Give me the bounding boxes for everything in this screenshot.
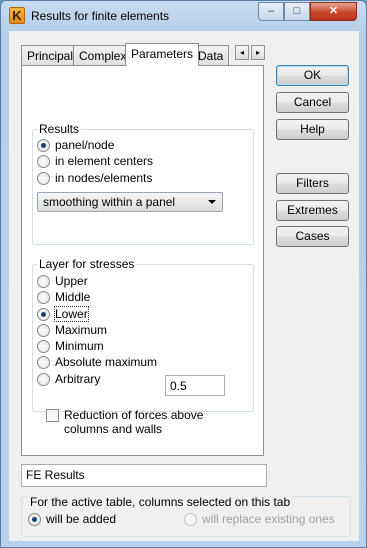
radio-label: Absolute maximum — [55, 355, 158, 369]
radio-label: Lower — [54, 306, 89, 322]
layer-option-absolute-maximum[interactable]: Absolute maximum — [37, 355, 157, 369]
results-group-label: Results — [37, 122, 82, 136]
radio-button[interactable] — [37, 172, 50, 185]
results-option-element-centers[interactable]: in element centers — [37, 154, 153, 168]
minimize-button[interactable]: – — [258, 2, 284, 21]
radio-label: Arbitrary — [55, 372, 101, 386]
tab-scroll-right-icon[interactable]: ▸ — [251, 45, 265, 60]
active-table-option-replace: will replace existing ones — [184, 512, 335, 526]
layer-option-middle[interactable]: Middle — [37, 290, 90, 304]
chevron-down-icon — [208, 200, 216, 204]
active-table-group-label: For the active table, columns selected o… — [28, 495, 293, 509]
radio-label: Minimum — [55, 339, 104, 353]
radio-button[interactable] — [37, 308, 50, 321]
radio-button[interactable] — [28, 513, 41, 526]
results-option-panel-node[interactable]: panel/node — [37, 138, 114, 152]
reduction-of-forces-checkbox-row[interactable]: Reduction of forces above columns and wa… — [46, 408, 239, 436]
arbitrary-value-input[interactable]: 0.5 — [165, 375, 225, 396]
radio-label: Maximum — [55, 323, 108, 337]
smoothing-select-value: smoothing within a panel — [43, 195, 176, 209]
radio-button[interactable] — [37, 275, 50, 288]
results-option-nodes-elements[interactable]: in nodes/elements — [37, 171, 152, 185]
tab-complex[interactable]: Complex — [73, 45, 133, 65]
radio-button[interactable] — [37, 324, 50, 337]
active-table-group: For the active table, columns selected o… — [21, 495, 351, 537]
radio-button[interactable] — [37, 340, 50, 353]
layer-option-arbitrary[interactable]: Arbitrary — [37, 372, 100, 386]
tab-scroll-left-icon[interactable]: ◂ — [235, 45, 249, 60]
layer-option-minimum[interactable]: Minimum — [37, 339, 104, 353]
radio-button[interactable] — [37, 139, 50, 152]
radio-label: Middle — [55, 290, 91, 304]
radio-label: panel/node — [55, 138, 115, 152]
dialog-window: K Results for finite elements – □ ✕ Prin… — [0, 0, 367, 548]
radio-button[interactable] — [37, 356, 50, 369]
radio-button[interactable] — [37, 155, 50, 168]
close-button[interactable]: ✕ — [310, 2, 357, 21]
ok-button[interactable]: OK — [276, 65, 349, 86]
tab-parameters[interactable]: Parameters — [125, 43, 200, 66]
radio-label: will replace existing ones — [202, 512, 335, 526]
title-bar[interactable]: K Results for finite elements – □ ✕ — [1, 1, 366, 31]
dialog-client-area: Principal Complex Parameters Data ◂ ▸ Re… — [9, 31, 359, 541]
radio-button — [184, 513, 197, 526]
tab-principal[interactable]: Principal — [21, 45, 80, 65]
layer-option-maximum[interactable]: Maximum — [37, 323, 107, 337]
reduction-of-forces-label: Reduction of forces above columns and wa… — [64, 408, 204, 436]
extremes-button[interactable]: Extremes — [276, 200, 349, 221]
radio-button[interactable] — [37, 373, 50, 386]
radio-label: in element centers — [55, 154, 154, 168]
fe-results-name-input[interactable]: FE Results — [21, 464, 267, 487]
active-table-option-add[interactable]: will be added — [28, 512, 116, 526]
layer-option-lower[interactable]: Lower — [37, 306, 89, 322]
window-title: Results for finite elements — [31, 9, 170, 23]
smoothing-select[interactable]: smoothing within a panel — [37, 192, 223, 212]
help-button[interactable]: Help — [276, 119, 349, 140]
layer-group: Layer for stresses Upper Middle Lower Ma… — [32, 257, 254, 412]
radio-label: in nodes/elements — [55, 171, 153, 185]
cases-button[interactable]: Cases — [276, 226, 349, 247]
parameters-tab-panel: Results panel/node in element centers in… — [21, 65, 264, 456]
radio-button[interactable] — [37, 291, 50, 304]
layer-option-upper[interactable]: Upper — [37, 274, 88, 288]
radio-label: Upper — [55, 274, 88, 288]
cancel-button[interactable]: Cancel — [276, 92, 349, 113]
layer-group-label: Layer for stresses — [37, 257, 137, 271]
app-icon: K — [9, 7, 25, 24]
maximize-button[interactable]: □ — [284, 2, 310, 21]
filters-button[interactable]: Filters — [276, 173, 349, 194]
results-group: Results panel/node in element centers in… — [32, 122, 254, 245]
radio-label: will be added — [46, 512, 117, 526]
reduction-of-forces-checkbox[interactable] — [46, 409, 59, 422]
